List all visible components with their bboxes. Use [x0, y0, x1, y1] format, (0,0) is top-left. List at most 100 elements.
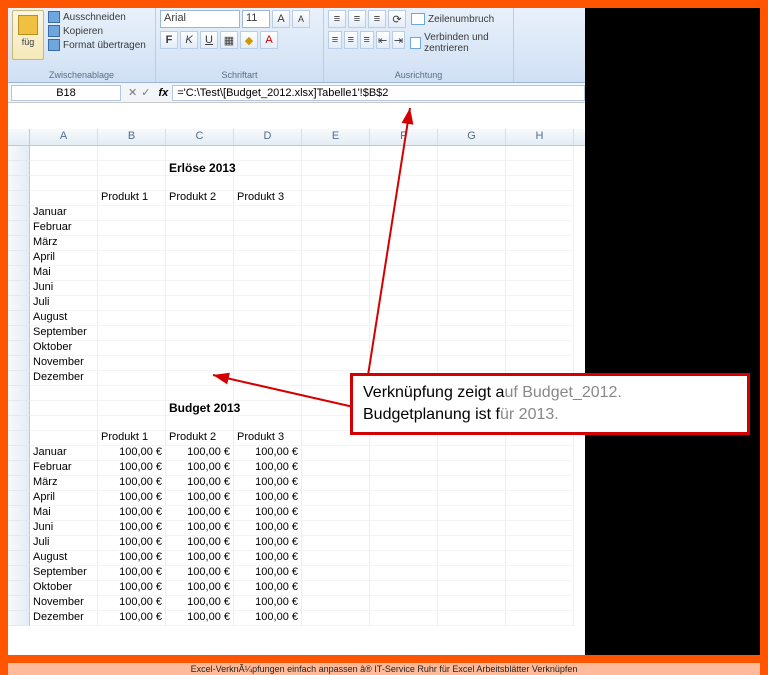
cell[interactable] — [302, 581, 370, 596]
cell[interactable] — [234, 371, 302, 386]
cell[interactable] — [234, 401, 302, 416]
cell[interactable] — [234, 176, 302, 191]
cell[interactable] — [506, 191, 574, 206]
decrease-indent-button[interactable]: ⇤ — [376, 31, 390, 49]
cell[interactable] — [506, 221, 574, 236]
cell[interactable] — [438, 566, 506, 581]
cell[interactable]: Mai — [30, 266, 98, 281]
cell[interactable]: Dezember — [30, 371, 98, 386]
cell[interactable]: September — [30, 566, 98, 581]
cell[interactable] — [370, 536, 438, 551]
cell[interactable] — [302, 221, 370, 236]
cell[interactable] — [302, 566, 370, 581]
col-header[interactable]: E — [302, 129, 370, 145]
cell[interactable] — [506, 341, 574, 356]
cell[interactable] — [506, 296, 574, 311]
cell[interactable] — [370, 476, 438, 491]
cell[interactable] — [438, 311, 506, 326]
row-header[interactable] — [8, 161, 30, 176]
cell[interactable] — [302, 236, 370, 251]
cell[interactable] — [98, 281, 166, 296]
cell[interactable] — [30, 386, 98, 401]
row-header[interactable] — [8, 401, 30, 416]
cell[interactable] — [98, 266, 166, 281]
cell[interactable]: Produkt 2 — [166, 431, 234, 446]
formula-input[interactable]: ='C:\Test\[Budget_2012.xlsx]Tabelle1'!$B… — [172, 85, 585, 101]
cell[interactable] — [438, 611, 506, 626]
cell[interactable] — [30, 146, 98, 161]
cell[interactable] — [30, 416, 98, 431]
cell[interactable]: 100,00 € — [98, 521, 166, 536]
cell[interactable] — [234, 146, 302, 161]
cell[interactable] — [302, 491, 370, 506]
cell[interactable] — [98, 401, 166, 416]
cell[interactable] — [302, 206, 370, 221]
cell[interactable] — [98, 206, 166, 221]
row-header[interactable] — [8, 176, 30, 191]
cell[interactable] — [438, 596, 506, 611]
row-header[interactable] — [8, 596, 30, 611]
cell[interactable] — [234, 326, 302, 341]
cell[interactable] — [98, 326, 166, 341]
cell[interactable] — [370, 461, 438, 476]
cell[interactable] — [506, 236, 574, 251]
cancel-formula-icon[interactable]: ✕ — [128, 86, 137, 99]
cell[interactable]: 100,00 € — [98, 476, 166, 491]
cell[interactable] — [98, 341, 166, 356]
cell[interactable]: 100,00 € — [166, 536, 234, 551]
cell[interactable] — [506, 161, 574, 176]
font-name-select[interactable]: Arial — [160, 10, 240, 28]
col-header[interactable]: C — [166, 129, 234, 145]
cell[interactable] — [234, 221, 302, 236]
row-header[interactable] — [8, 251, 30, 266]
wrap-text-button[interactable]: Zeilenumbruch — [408, 10, 497, 28]
cell[interactable] — [370, 521, 438, 536]
cell[interactable] — [302, 326, 370, 341]
row-header[interactable] — [8, 311, 30, 326]
cell[interactable]: 100,00 € — [166, 461, 234, 476]
row-header[interactable] — [8, 326, 30, 341]
row-header[interactable] — [8, 296, 30, 311]
cell[interactable]: Juli — [30, 536, 98, 551]
cell[interactable] — [302, 446, 370, 461]
cell[interactable] — [370, 266, 438, 281]
cell[interactable] — [98, 371, 166, 386]
cell[interactable] — [302, 146, 370, 161]
cell[interactable] — [234, 236, 302, 251]
cell[interactable]: Februar — [30, 461, 98, 476]
cell[interactable] — [302, 311, 370, 326]
cell[interactable] — [166, 251, 234, 266]
cell[interactable] — [302, 266, 370, 281]
cell[interactable] — [166, 311, 234, 326]
cell[interactable]: 100,00 € — [98, 446, 166, 461]
cell[interactable]: 100,00 € — [166, 491, 234, 506]
cell[interactable] — [506, 206, 574, 221]
cell[interactable]: November — [30, 356, 98, 371]
cell[interactable] — [438, 491, 506, 506]
row-header[interactable] — [8, 221, 30, 236]
cell[interactable]: 100,00 € — [166, 476, 234, 491]
accept-formula-icon[interactable]: ✓ — [141, 86, 150, 99]
cell[interactable]: 100,00 € — [98, 551, 166, 566]
cell[interactable] — [370, 596, 438, 611]
cell[interactable] — [302, 281, 370, 296]
cell[interactable] — [370, 566, 438, 581]
row-header[interactable] — [8, 236, 30, 251]
cell[interactable] — [302, 176, 370, 191]
cell[interactable] — [506, 596, 574, 611]
align-left-button[interactable]: ≡ — [328, 31, 342, 49]
cell[interactable]: Januar — [30, 206, 98, 221]
cell[interactable] — [302, 251, 370, 266]
cell[interactable] — [98, 146, 166, 161]
row-header[interactable] — [8, 386, 30, 401]
cell[interactable] — [438, 221, 506, 236]
cell[interactable] — [506, 461, 574, 476]
cell[interactable]: 100,00 € — [166, 551, 234, 566]
cell[interactable]: 100,00 € — [234, 566, 302, 581]
paste-button[interactable]: füg — [12, 10, 44, 60]
cell[interactable] — [438, 176, 506, 191]
cell[interactable] — [234, 356, 302, 371]
col-header[interactable]: F — [370, 129, 438, 145]
cell[interactable] — [166, 371, 234, 386]
cell[interactable] — [370, 326, 438, 341]
